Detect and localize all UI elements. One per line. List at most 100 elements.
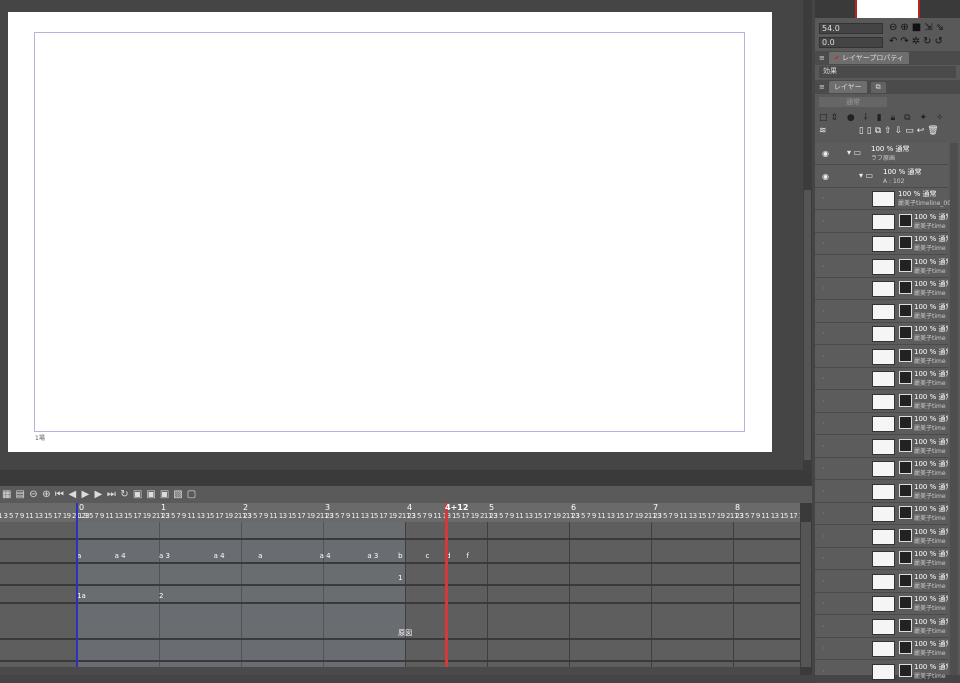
eye-icon[interactable]: ·	[822, 397, 825, 406]
layer-item[interactable]: · 100 % 通常麗美子time	[815, 256, 948, 278]
layer-item[interactable]: · 100 % 通常麗美子time	[815, 593, 948, 615]
eye-icon[interactable]: ·	[822, 352, 825, 361]
new-timeline-icon[interactable]: ▦	[2, 489, 11, 500]
layer-item[interactable]: · 100 % 通常麗美子time	[815, 211, 948, 233]
eye-icon[interactable]: ·	[822, 464, 825, 473]
navigator-tools[interactable]: ⊖⊕■⇲⇘	[889, 22, 947, 33]
layer-command-row[interactable]: ≋ ▯▯⧉⇧⇩▭↩🗑︎	[819, 126, 942, 136]
zoom-out-icon[interactable]: ⊖	[29, 489, 38, 500]
layer-item[interactable]: · 100 % 通常麗美子time	[815, 661, 948, 683]
rotate-slider[interactable]: 0.0	[819, 37, 883, 48]
eye-icon[interactable]: ·	[822, 554, 825, 563]
eye-icon[interactable]: ·	[822, 577, 825, 586]
layer-item[interactable]: · 100 % 通常麗美子time	[815, 548, 948, 570]
eye-icon[interactable]: ·	[822, 329, 825, 338]
eye-icon[interactable]: ·	[822, 599, 825, 608]
zoom-in-icon[interactable]: ⊕	[42, 489, 51, 500]
specify-cel-icon[interactable]: ▣	[146, 489, 155, 500]
layer-item[interactable]: ◉ ▾ ▭ 100 % 通常 A : 102	[815, 166, 948, 188]
timeline-track[interactable]: 原図	[0, 604, 800, 640]
layer-item[interactable]: · 100 % 通常麗美子time	[815, 638, 948, 660]
cel-label[interactable]: b	[398, 552, 402, 560]
layer-item[interactable]: · 100 % 通常麗美子time	[815, 616, 948, 638]
cel-label[interactable]: c	[426, 552, 430, 560]
layer-item[interactable]: · 100 % 通常麗美子time	[815, 481, 948, 503]
rotate-tools[interactable]: ↶↷✲↻↺	[889, 36, 946, 47]
last-frame-icon[interactable]: ⏭	[107, 489, 116, 500]
timeline-settings-icon[interactable]: ▤	[15, 489, 24, 500]
cel-label[interactable]: a 3	[367, 552, 378, 560]
cel-label[interactable]: a 4	[214, 552, 225, 560]
layer-item[interactable]: · 100 % 通常麗美子time	[815, 436, 948, 458]
timeline-track[interactable]	[0, 640, 800, 662]
canvas-scrollbar[interactable]	[803, 0, 812, 470]
timeline-horizontal-scrollbar[interactable]	[0, 667, 800, 675]
timeline-tracks[interactable]: aa 4a 3a 4aa 4a 3 b c d f 1 1a 2 原図	[0, 522, 800, 667]
timeline-ruler[interactable]: 01 3 5 7 9 11 13 15 17 19 21 23 1 1 3 5 7 …	[0, 503, 800, 522]
eye-icon[interactable]: ·	[822, 622, 825, 631]
loop-icon[interactable]: ↻	[120, 489, 129, 500]
layer-item[interactable]: · 100 % 通常 麗美子timeline_00	[815, 188, 951, 210]
eye-icon[interactable]: ·	[822, 374, 825, 383]
next-frame-icon[interactable]: ▶	[94, 489, 103, 500]
cel-label[interactable]: a 4	[115, 552, 126, 560]
timeline-track[interactable]: 1	[0, 564, 800, 586]
eye-icon[interactable]: ·	[822, 217, 825, 226]
zoom-slider[interactable]: 54.0	[819, 23, 883, 34]
eye-icon[interactable]: ·	[822, 262, 825, 271]
eye-icon[interactable]: ·	[822, 644, 825, 653]
eye-icon[interactable]: ·	[822, 239, 825, 248]
navigator[interactable]	[815, 0, 960, 18]
playhead[interactable]	[445, 503, 448, 673]
eye-icon[interactable]: ·	[822, 667, 825, 676]
prev-frame-icon[interactable]: ◀	[68, 489, 77, 500]
cel-label[interactable]: a 4	[320, 552, 331, 560]
eye-icon[interactable]: ·	[822, 419, 825, 428]
layer-item[interactable]: · 100 % 通常麗美子time	[815, 413, 948, 435]
layer-item[interactable]: · 100 % 通常麗美子time	[815, 503, 948, 525]
layer-item[interactable]: ◉ ▾ ▭ 100 % 通常 ラフ原画	[815, 143, 948, 165]
tab-layer[interactable]: レイヤー	[828, 81, 867, 93]
menu-icon[interactable]: ≡	[819, 83, 825, 91]
eye-icon[interactable]: ·	[822, 487, 825, 496]
onion-skin-icon[interactable]: ▣	[160, 489, 169, 500]
layer-item[interactable]: · 100 % 通常麗美子time	[815, 301, 948, 323]
eye-icon[interactable]: ·	[822, 194, 825, 203]
layer-item[interactable]: · 100 % 通常麗美子time	[815, 391, 948, 413]
start-marker[interactable]	[76, 503, 78, 673]
cel-label[interactable]: a 3	[159, 552, 170, 560]
menu-icon[interactable]: ≡	[819, 54, 825, 62]
first-frame-icon[interactable]: ⏮	[55, 489, 64, 500]
layer-item[interactable]: · 100 % 通常麗美子time	[815, 571, 948, 593]
cel-label[interactable]: 2	[159, 592, 163, 600]
cel-label[interactable]: 1a	[77, 592, 86, 600]
cel-label[interactable]: 原図	[398, 628, 412, 638]
tab-layer-property[interactable]: ✔ レイヤープロパティ	[828, 52, 909, 64]
layer-item[interactable]: · 100 % 通常麗美子time	[815, 278, 948, 300]
cel-label[interactable]: 1	[398, 574, 402, 582]
layer-options-row[interactable]: □⇕ ● ⸸ ▮ 🔒︎ ⧉ ✦ ✧	[819, 110, 946, 123]
eye-icon[interactable]: ·	[822, 307, 825, 316]
layer-item[interactable]: · 100 % 通常麗美子time	[815, 323, 948, 345]
cel-label[interactable]: f	[467, 552, 469, 560]
timeline-track[interactable]: aa 4a 3a 4aa 4a 3bcdf	[0, 540, 800, 564]
layer-item[interactable]: · 100 % 通常麗美子time	[815, 346, 948, 368]
light-table-icon[interactable]: ▧	[173, 489, 182, 500]
new-cel-icon[interactable]: ▣	[133, 489, 142, 500]
layer-scrollbar[interactable]	[950, 143, 958, 675]
enable-icon[interactable]: ▢	[187, 489, 196, 500]
timeline-vertical-scrollbar[interactable]	[801, 522, 811, 667]
eye-icon[interactable]: ·	[822, 509, 825, 518]
play-icon[interactable]: ▶	[81, 489, 90, 500]
timeline-track[interactable]: 1a 2	[0, 586, 800, 604]
layer-item[interactable]: · 100 % 通常麗美子time	[815, 368, 948, 390]
layer-item[interactable]: · 100 % 通常麗美子time	[815, 233, 948, 255]
eye-icon[interactable]: ·	[822, 532, 825, 541]
tab-animation-cels[interactable]: ⧉	[870, 81, 886, 93]
drawing-canvas[interactable]: 1場	[8, 12, 772, 452]
eye-icon[interactable]: ◉	[822, 172, 829, 181]
layer-item[interactable]: · 100 % 通常麗美子time	[815, 458, 948, 480]
layer-item[interactable]: · 100 % 通常麗美子time	[815, 526, 948, 548]
cel-label[interactable]: a	[258, 552, 262, 560]
timeline-track[interactable]	[0, 522, 800, 540]
